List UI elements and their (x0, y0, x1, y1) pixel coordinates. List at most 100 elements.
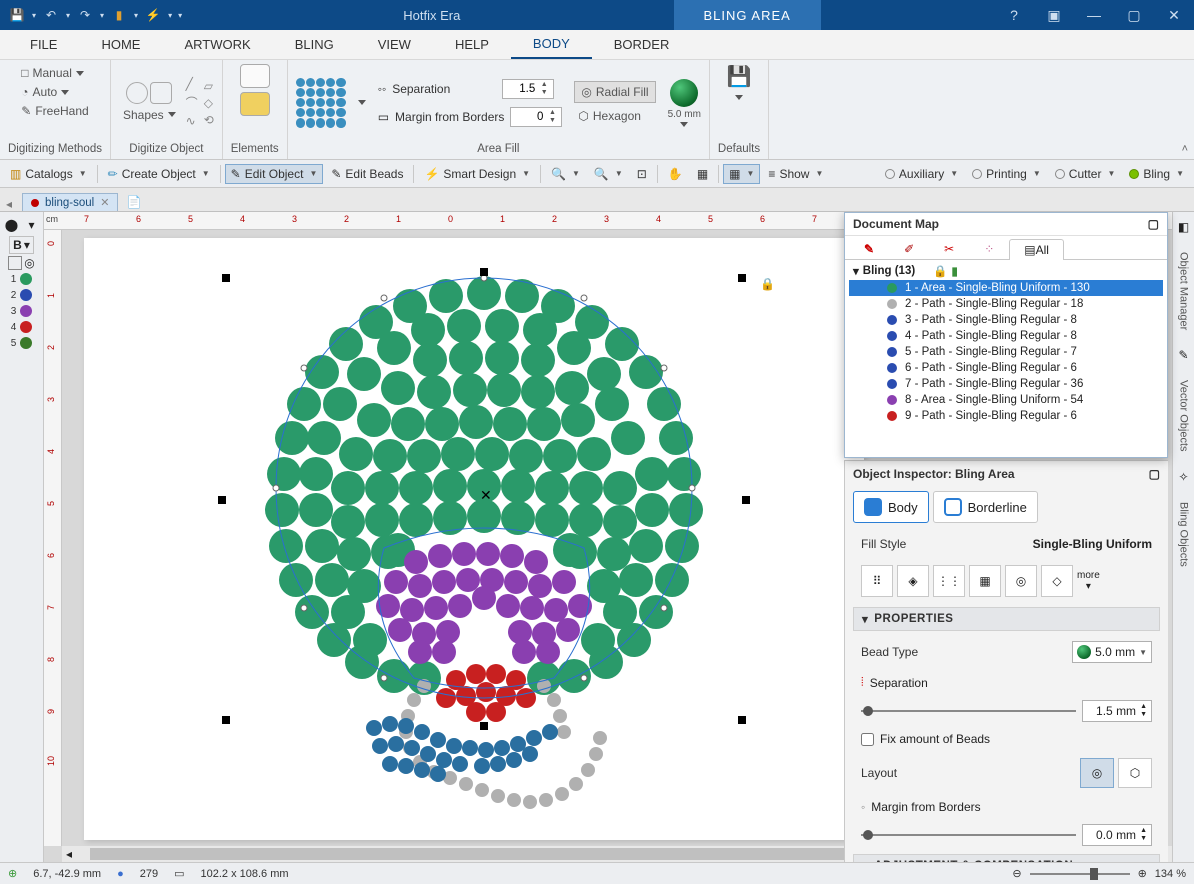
maximize-icon[interactable]: ▢ (1114, 0, 1154, 30)
save-icon[interactable]: 💾 (6, 4, 28, 26)
menu-body[interactable]: BODY (511, 30, 592, 59)
tree-item-5[interactable]: 5 - Path - Single-Bling Regular - 7 (849, 344, 1163, 360)
color-1[interactable]: 1 (11, 272, 33, 286)
fill-style-6[interactable]: ◇ (1041, 565, 1073, 597)
measure-icon[interactable]: ▦ (691, 164, 714, 184)
pin-icon[interactable]: ◂ (6, 197, 12, 211)
menu-artwork[interactable]: ARTWORK (162, 31, 272, 58)
document-tab[interactable]: bling-soul ✕ (22, 193, 118, 211)
docmap-tab-cut[interactable]: ✂ (929, 238, 969, 259)
undo-icon[interactable]: ↶ (40, 4, 62, 26)
bead-dropdown[interactable] (680, 122, 688, 127)
design-canvas[interactable]: ✕ 🔒 (84, 238, 864, 840)
menu-bling[interactable]: BLING (273, 31, 356, 58)
cutter-toggle[interactable]: Cutter▼ (1049, 164, 1122, 184)
ribbon-toggle-icon[interactable]: ▣ (1034, 0, 1074, 30)
context-tab[interactable]: BLING AREA (674, 0, 821, 30)
menu-help[interactable]: HELP (433, 31, 511, 58)
show-button[interactable]: ≡ Show▼ (762, 164, 829, 184)
zoom-control[interactable]: ⊖ ⊕ 134 % (1012, 867, 1186, 880)
qat-customize[interactable]: ▾ (176, 11, 184, 20)
close-tab-icon[interactable]: ✕ (100, 196, 109, 209)
properties-header[interactable]: ▾PROPERTIES (853, 607, 1160, 631)
tree-item-8[interactable]: 8 - Area - Single-Bling Uniform - 54 (849, 392, 1163, 408)
docmap-tab-all[interactable]: ▤ All (1009, 239, 1064, 260)
save-dropdown[interactable]: ▾ (30, 11, 38, 20)
separation-input[interactable] (503, 80, 537, 98)
menu-view[interactable]: VIEW (356, 31, 433, 58)
tree-root[interactable]: ▾ Bling (13) 🔒 ▮ (849, 262, 1163, 280)
object-manager-icon[interactable]: ◧ (1178, 220, 1189, 234)
docmap-tab-pencil[interactable]: ✎ (849, 238, 889, 259)
lock-icon[interactable]: 🔒 (933, 264, 947, 278)
auxiliary-toggle[interactable]: Auxiliary▼ (879, 164, 964, 184)
tab-bling-objects[interactable]: Bling Objects (1178, 498, 1190, 571)
tree-item-2[interactable]: 2 - Path - Single-Bling Regular - 18 (849, 296, 1163, 312)
tab-vector-objects[interactable]: Vector Objects (1178, 376, 1190, 456)
help-icon[interactable]: ? (994, 0, 1034, 30)
artboard[interactable]: ✕ 🔒 (84, 238, 864, 840)
object-layer-dd[interactable]: ▾ (23, 216, 41, 234)
radial-fill-button[interactable]: ◎Radial Fill (574, 81, 655, 103)
bead-type-combo[interactable]: 5.0 mm ▼ (1072, 641, 1152, 663)
menu-home[interactable]: HOME (79, 31, 162, 58)
poly-tool-icon[interactable]: ▱ (204, 79, 214, 93)
fill-style-1[interactable]: ⠿ (861, 565, 893, 597)
tree-item-3[interactable]: 3 - Path - Single-Bling Regular - 8 (849, 312, 1163, 328)
element-b-button[interactable] (240, 92, 270, 116)
vector-objects-icon[interactable]: ✎ (1178, 348, 1188, 362)
element-a-button[interactable] (240, 64, 270, 88)
separation-spinner[interactable]: ▲▼ (502, 79, 554, 99)
object-layer-icon[interactable]: ⬤ (3, 216, 21, 234)
fill-style-4[interactable]: ▦ (969, 565, 1001, 597)
margin-spinner[interactable]: ▲▼ (510, 107, 562, 127)
inspector-tab-borderline[interactable]: Borderline (933, 491, 1038, 523)
defaults-dropdown[interactable] (735, 95, 743, 100)
docmap-tab-brush[interactable]: ✐ (889, 238, 929, 259)
grid-toggle-icon[interactable]: ▦▼ (723, 164, 760, 184)
fill-style-more[interactable]: more▾ (1077, 570, 1100, 592)
shapes-button[interactable]: Shapes (119, 106, 180, 124)
bling-objects-icon[interactable]: ✧ (1178, 470, 1188, 484)
bling-toggle[interactable]: Bling▼ (1123, 164, 1190, 184)
manual-button[interactable]: □Manual (17, 64, 88, 82)
shape-circle[interactable] (126, 82, 148, 104)
catalogs-button[interactable]: ▥Catalogs▼ (4, 164, 93, 184)
bead-list-icon[interactable]: ◎ (24, 256, 34, 270)
new-document-icon[interactable]: 📄 (122, 193, 145, 211)
defaults-icon[interactable]: 💾 (727, 64, 752, 89)
tab-object-manager[interactable]: Object Manager (1178, 248, 1190, 334)
arc-tool-icon[interactable]: ∿ (186, 114, 198, 128)
printing-toggle[interactable]: Printing▼ (966, 164, 1047, 184)
zoom-fit-icon[interactable]: ⊡ (631, 164, 653, 184)
zoom-in-status-icon[interactable]: ⊕ (1138, 867, 1147, 880)
folder-icon[interactable]: ▮ (108, 4, 130, 26)
fill-style-5[interactable]: ◎ (1005, 565, 1037, 597)
separation-value-field[interactable]: 1.5 mm▲▼ (1082, 700, 1152, 722)
expand-icon[interactable]: ▾ (853, 264, 859, 278)
fill-pattern-preview[interactable] (296, 78, 346, 128)
tree-item-6[interactable]: 6 - Path - Single-Bling Regular - 6 (849, 360, 1163, 376)
tree-item-1[interactable]: 1 - Area - Single-Bling Uniform - 130 (849, 280, 1163, 296)
visible-icon[interactable]: ▮ (952, 264, 958, 278)
auto-button[interactable]: ◔Auto (17, 83, 73, 101)
minimize-icon[interactable]: — (1074, 0, 1114, 30)
zoom-out-icon[interactable]: ⊖ (1012, 867, 1021, 880)
inspector-tab-body[interactable]: Body (853, 491, 929, 523)
folder-dropdown[interactable]: ▾ (132, 11, 140, 20)
margin-slider[interactable] (861, 834, 1076, 836)
color-5[interactable]: 5 (11, 336, 33, 350)
document-map-tree[interactable]: ▾ Bling (13) 🔒 ▮ 1 - Area - Single-Bling… (845, 260, 1167, 457)
edit-beads-button[interactable]: ✎Edit Beads (325, 164, 409, 184)
ribbon-collapse-icon[interactable]: ˄ (1182, 143, 1188, 155)
line-tool-icon[interactable]: ╱ (186, 77, 198, 91)
color-3[interactable]: 3 (11, 304, 33, 318)
color-2[interactable]: 2 (11, 288, 33, 302)
select-bead-icon[interactable] (8, 256, 22, 270)
separation-slider[interactable] (861, 710, 1076, 712)
docmap-tab-dots[interactable]: ⁘ (969, 238, 1009, 259)
bolt-dropdown[interactable]: ▾ (166, 11, 174, 20)
redo-dropdown[interactable]: ▾ (98, 11, 106, 20)
hexagon-button[interactable]: ⬡Hexagon (574, 107, 655, 125)
redo-icon[interactable]: ↷ (74, 4, 96, 26)
